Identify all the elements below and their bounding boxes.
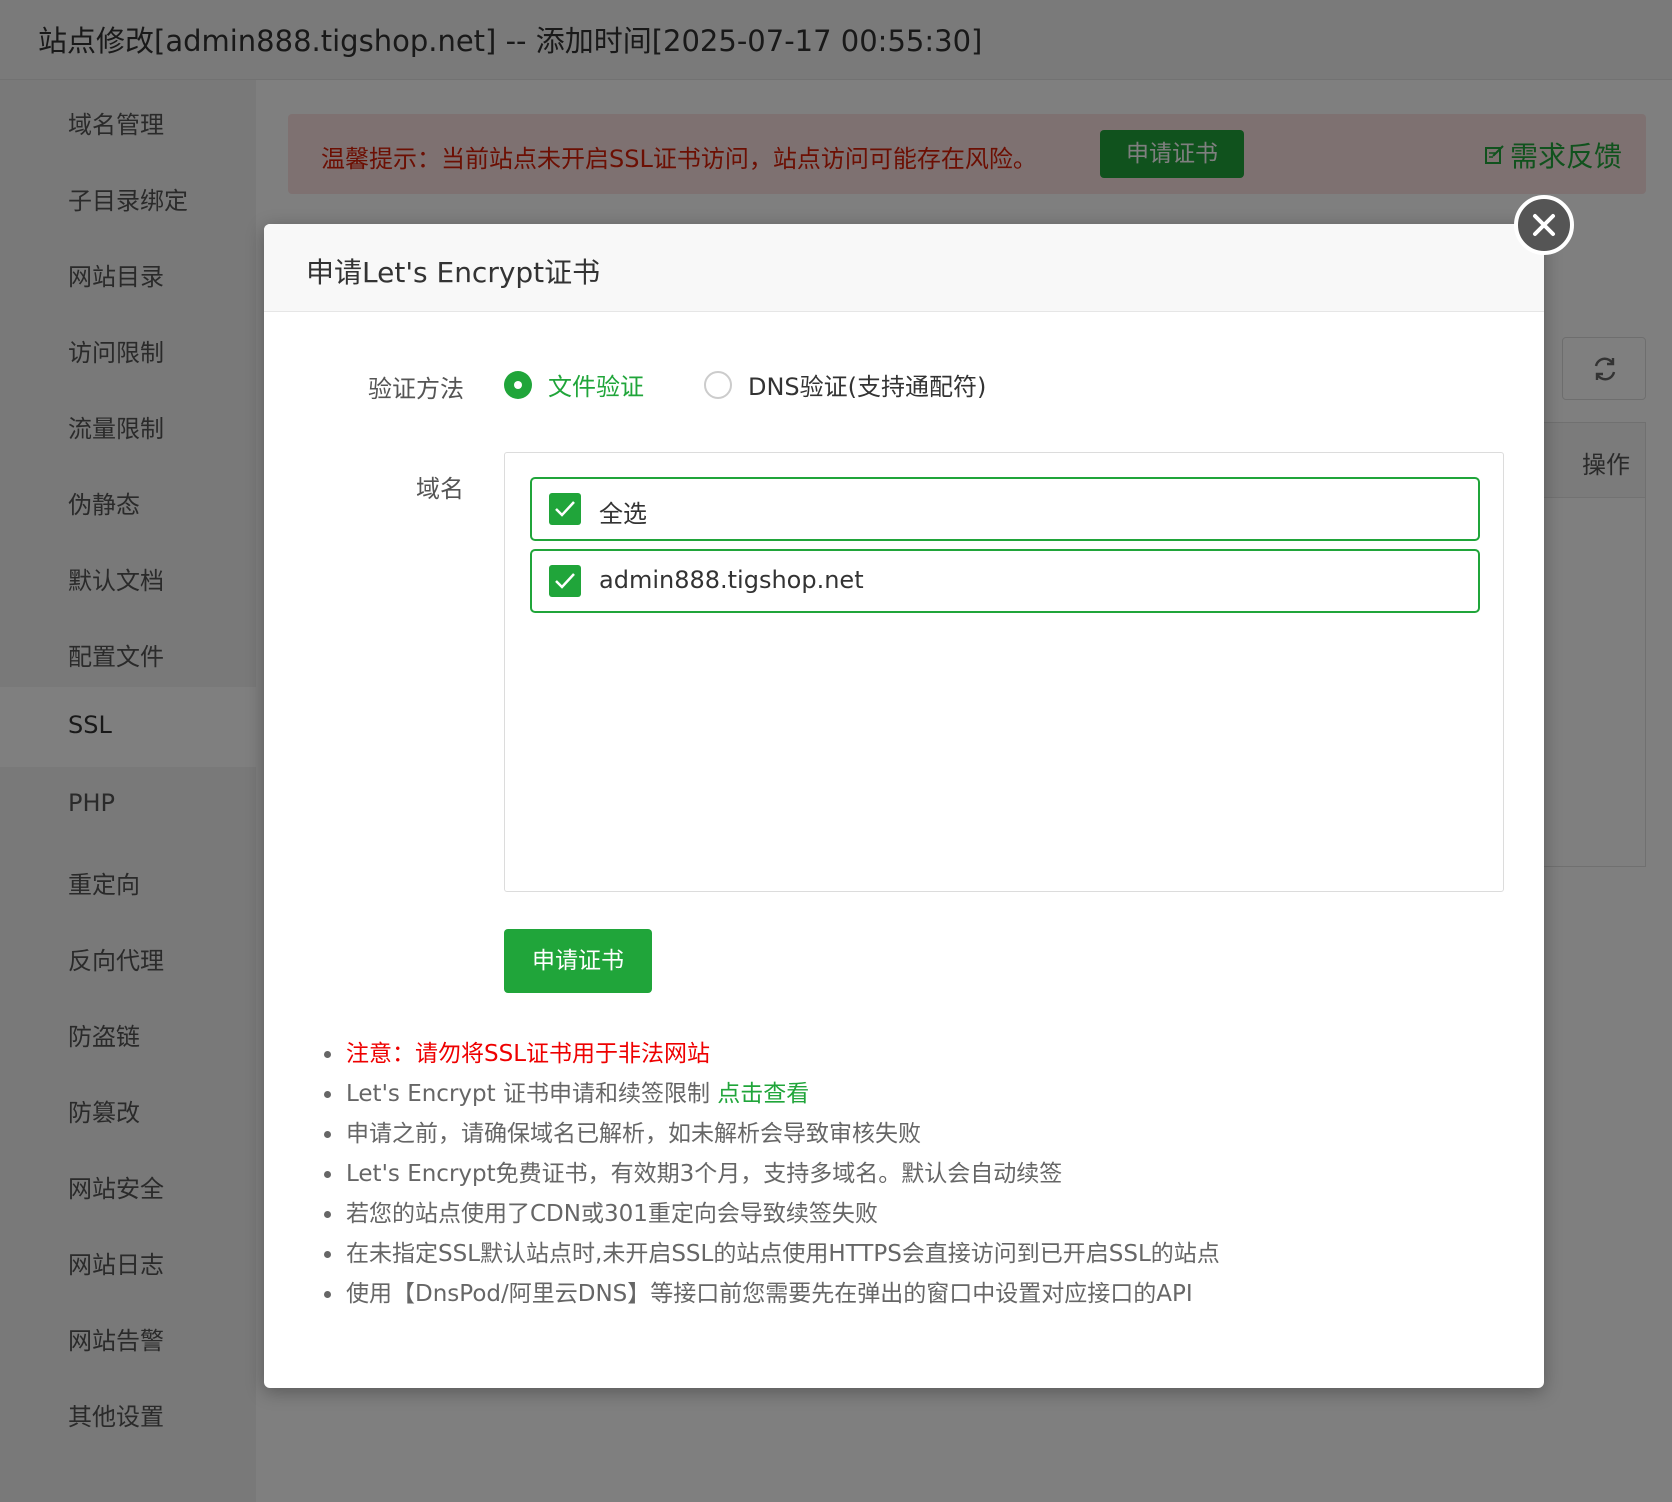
domain-label: 域名 xyxy=(416,475,464,503)
domain-item[interactable]: admin888.tigshop.net xyxy=(530,549,1480,613)
radio-dns-verify[interactable]: DNS验证(支持通配符) xyxy=(704,367,986,402)
note-item: Let's Encrypt 证书申请和续签限制 点击查看 xyxy=(320,1074,1220,1114)
dialog-title: 申请Let's Encrypt证书 xyxy=(306,256,601,289)
checkbox-checked-icon xyxy=(549,565,581,597)
verify-method-label: 验证方法 xyxy=(368,375,464,403)
domain-list: 全选 admin888.tigshop.net xyxy=(504,452,1504,892)
dialog-close-button[interactable] xyxy=(1514,195,1574,255)
letsencrypt-dialog: 申请Let's Encrypt证书 验证方法 文件验证 DNS验证(支持通配符)… xyxy=(264,224,1544,1388)
note-text: 使用【DnsPod/阿里云DNS】等接口前您需要先在弹出的窗口中设置对应接口的A… xyxy=(346,1281,1193,1307)
note-item: 申请之前，请确保域名已解析，如未解析会导致审核失败 xyxy=(320,1114,1220,1154)
radio-unchecked-icon xyxy=(704,370,732,399)
note-text: 申请之前，请确保域名已解析，如未解析会导致审核失败 xyxy=(346,1121,921,1147)
radio-label: DNS验证(支持通配符) xyxy=(748,373,987,401)
notes-list: 注意：请勿将SSL证书用于非法网站 Let's Encrypt 证书申请和续签限… xyxy=(320,1034,1220,1314)
note-item: Let's Encrypt免费证书，有效期3个月，支持多域名。默认会自动续签 xyxy=(320,1154,1220,1194)
dialog-header: 申请Let's Encrypt证书 xyxy=(264,224,1544,312)
note-item: 若您的站点使用了CDN或301重定向会导致续签失败 xyxy=(320,1194,1220,1234)
view-limits-link[interactable]: 点击查看 xyxy=(717,1081,809,1107)
note-item: 注意：请勿将SSL证书用于非法网站 xyxy=(320,1034,1220,1074)
note-item: 使用【DnsPod/阿里云DNS】等接口前您需要先在弹出的窗口中设置对应接口的A… xyxy=(320,1274,1220,1314)
note-text: 在未指定SSL默认站点时,未开启SSL的站点使用HTTPS会直接访问到已开启SS… xyxy=(346,1241,1220,1267)
note-text: 注意：请勿将SSL证书用于非法网站 xyxy=(346,1041,711,1067)
note-text: 若您的站点使用了CDN或301重定向会导致续签失败 xyxy=(346,1201,878,1227)
apply-cert-button[interactable]: 申请证书 xyxy=(504,929,652,993)
note-text: Let's Encrypt免费证书，有效期3个月，支持多域名。默认会自动续签 xyxy=(346,1161,1063,1187)
radio-label: 文件验证 xyxy=(548,373,644,401)
domain-item-label: 全选 xyxy=(599,500,647,528)
domain-select-all[interactable]: 全选 xyxy=(530,477,1480,541)
note-item: 在未指定SSL默认站点时,未开启SSL的站点使用HTTPS会直接访问到已开启SS… xyxy=(320,1234,1220,1274)
radio-checked-icon xyxy=(504,370,532,399)
domain-item-label: admin888.tigshop.net xyxy=(599,566,864,594)
checkbox-checked-icon xyxy=(549,493,581,525)
close-icon xyxy=(1533,214,1555,236)
note-text: Let's Encrypt 证书申请和续签限制 xyxy=(346,1081,718,1107)
radio-file-verify[interactable]: 文件验证 xyxy=(504,367,644,402)
